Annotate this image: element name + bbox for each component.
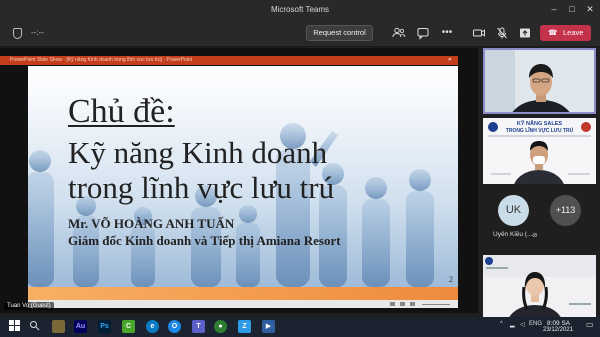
search-icon[interactable] <box>28 320 41 333</box>
participant-video-tile-3[interactable] <box>483 255 596 317</box>
meeting-timer: --:-- <box>31 28 44 37</box>
leave-button[interactable]: ☎ Leave <box>540 25 591 41</box>
mic-off-icon[interactable] <box>495 26 509 40</box>
slide-speaker-name: Mr. VÕ HOÀNG ANH TUẤN <box>68 216 235 231</box>
input-language[interactable]: ENG <box>529 321 542 327</box>
normal-view-icon <box>390 302 395 306</box>
slide-sorter-icon <box>400 302 405 306</box>
camera-icon[interactable] <box>472 26 486 40</box>
notification-icon[interactable]: ▭ <box>586 320 594 329</box>
participant-video-tile-2[interactable]: KỸ NĂNG SALES TRONG LĨNH VỰC LƯU TRÚ <box>483 118 596 184</box>
more-options-icon[interactable]: ••• <box>440 26 454 40</box>
tray-chevron-icon[interactable]: ^ <box>500 321 503 327</box>
shield-icon <box>13 28 22 39</box>
tile2-banner-line-1: KỸ NĂNG SALES <box>516 121 563 127</box>
window-title: Microsoft Teams <box>270 5 330 14</box>
audition-icon[interactable]: Au <box>74 320 87 333</box>
media-player-icon[interactable]: ▶ <box>262 320 275 333</box>
volume-icon[interactable]: ◁ <box>520 321 525 328</box>
zoom-slider <box>422 304 450 305</box>
network-icon[interactable]: ▂ <box>510 321 515 328</box>
slide-page-number: 2 <box>449 275 453 284</box>
reading-view-icon <box>410 302 415 306</box>
taskbar-date[interactable]: 23/12/2021 <box>543 327 573 333</box>
participant-avatar[interactable]: UK <box>498 195 529 226</box>
tile2-banner-line-2: TRONG LĨNH VỰC LƯU TRÚ <box>505 128 574 134</box>
slide-footer-band <box>28 287 458 300</box>
chrome-icon[interactable]: ● <box>214 320 227 333</box>
slide-title-line-1: Chủ đề: <box>68 93 175 130</box>
camtasia-icon[interactable]: C <box>122 320 135 333</box>
maximize-icon[interactable]: □ <box>566 3 578 15</box>
powerpoint-caption: PowerPoint Slide Show - [Kỹ năng Kinh do… <box>10 57 193 63</box>
participant-name: Uyên Kiều (... <box>493 231 533 238</box>
teams-icon[interactable]: T <box>192 320 205 333</box>
participant-video-tile-1[interactable] <box>483 48 596 114</box>
share-screen-icon[interactable] <box>518 26 532 40</box>
presenter-name-label: Tuan Vo (Guest) <box>4 302 54 310</box>
window-title-bar: Microsoft Teams – □ ✕ <box>0 0 600 19</box>
ie-icon[interactable]: O <box>168 320 181 333</box>
photoshop-icon[interactable]: Ps <box>98 320 111 333</box>
taskbar-time[interactable]: 8:09 SA <box>547 320 570 327</box>
file-explorer-icon[interactable] <box>52 320 65 333</box>
leave-label: Leave <box>563 28 584 37</box>
request-control-button[interactable]: Request control <box>306 25 373 41</box>
meeting-toolbar: --:-- Request control ••• ☎ Leave <box>0 19 600 47</box>
presentation-slide: Chủ đề: Kỹ năng Kinh doanh trong lĩnh vự… <box>28 66 458 287</box>
slide-title-line-3: trong lĩnh vực lưu trú <box>68 170 335 205</box>
chat-icon[interactable] <box>416 26 430 40</box>
slide-speaker-role: Giám đốc Kinh doanh và Tiếp thị Amiana R… <box>68 233 341 248</box>
powerpoint-status-bar <box>28 300 458 308</box>
windows-start-icon[interactable] <box>8 320 21 333</box>
more-participants-avatar[interactable]: +113 <box>550 195 581 226</box>
minimize-icon[interactable]: – <box>548 3 560 15</box>
zalo-icon[interactable]: Z <box>238 320 251 333</box>
participant-video-1 <box>485 50 594 112</box>
mic-off-small-icon: ⊘ <box>532 232 538 239</box>
windows-taskbar: Au Ps C e O T ● Z ▶ ^ ▂ ◁ ENG 8:09 SA 23… <box>0 317 600 337</box>
participant-video-3 <box>483 255 596 317</box>
powerpoint-title-bar: PowerPoint Slide Show - [Kỹ năng Kinh do… <box>0 56 458 65</box>
edge-icon[interactable]: e <box>146 320 159 333</box>
phone-hangup-icon: ☎ <box>548 28 558 37</box>
close-icon[interactable]: ✕ <box>584 3 596 15</box>
participants-icon[interactable] <box>392 26 406 40</box>
powerpoint-close-icon: ✕ <box>447 57 452 63</box>
slide-title-line-2: Kỹ năng Kinh doanh <box>68 135 328 170</box>
